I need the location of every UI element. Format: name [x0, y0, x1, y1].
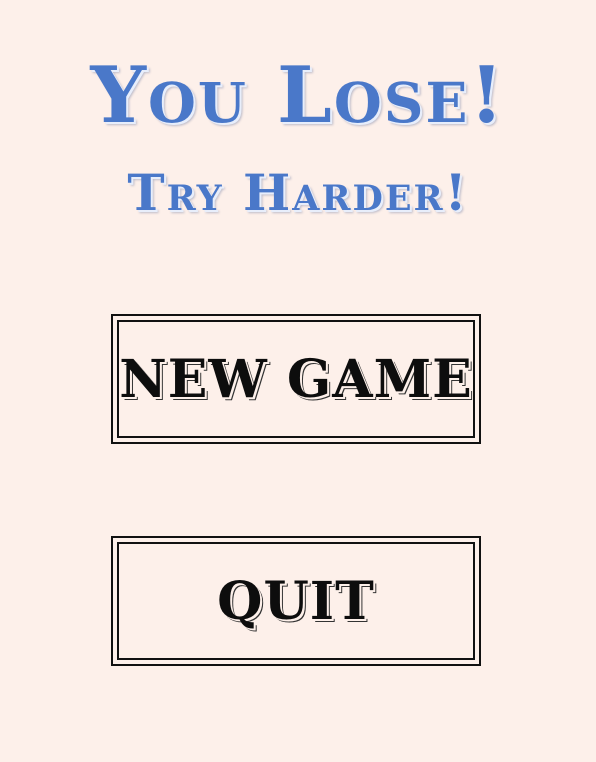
try-harder-subtitle: Try Harder! — [127, 163, 469, 222]
quit-button[interactable]: QUIT — [111, 536, 481, 666]
new-game-button[interactable]: NEW GAME — [111, 314, 481, 444]
new-game-button-frame: NEW GAME — [117, 320, 475, 438]
lose-title: You Lose! — [90, 50, 506, 141]
quit-label: QUIT — [217, 570, 375, 632]
new-game-label: NEW GAME — [119, 348, 473, 410]
quit-button-frame: QUIT — [117, 542, 475, 660]
